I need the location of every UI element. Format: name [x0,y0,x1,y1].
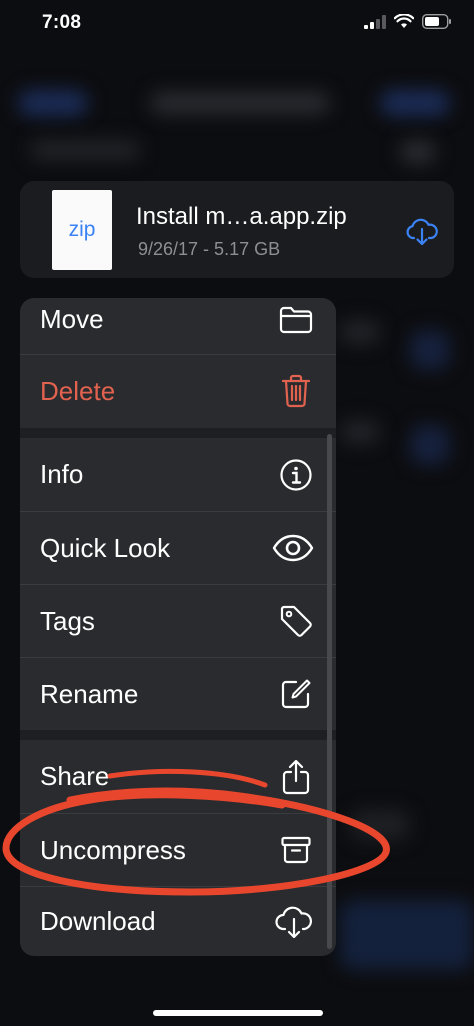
tag-icon [278,603,314,639]
zip-file-thumbnail: zip [52,190,112,270]
menu-item-info[interactable]: Info [20,438,336,511]
zip-thumbnail-label: zip [68,218,96,241]
blurred-row [340,420,380,444]
menu-item-label: Download [40,906,156,936]
blurred-subtitle [30,140,140,160]
battery-icon [422,14,451,29]
menu-item-label: Info [40,459,84,489]
blurred-nav-title [150,92,330,114]
menu-item-label: Move [40,304,104,334]
folder-icon [278,302,314,338]
menu-item-download[interactable]: Download [20,886,336,956]
status-time: 7:08 [42,12,82,33]
cellular-signal-icon [364,14,386,29]
wifi-icon [394,14,414,28]
menu-item-share[interactable]: Share [20,740,336,813]
blurred-nav-left [18,90,88,116]
blurred-row [340,320,380,344]
status-bar: 7:08 [0,0,474,50]
file-preview-card[interactable]: zip Install m…a.app.zip 9/26/17 - 5.17 G… [20,181,454,278]
cloud-download-icon[interactable] [404,217,440,247]
blurred-nav-right [380,90,450,116]
trash-icon [278,373,314,409]
archive-icon [278,832,314,868]
menu-section-separator [20,730,336,740]
menu-item-label: Share [40,761,110,791]
context-menu: Move Delete Info Quick Look Tags Rename [20,298,336,956]
menu-section-separator [20,428,336,438]
menu-item-label: Delete [40,375,116,406]
blurred-row-icon [410,330,450,370]
cloud-download-icon [274,904,314,940]
file-meta: 9/26/17 - 5.17 GB [138,239,281,259]
menu-item-delete[interactable]: Delete [20,354,336,427]
menu-item-label: Quick Look [40,532,171,563]
menu-item-label: Tags [40,605,95,636]
blurred-tab-bar [340,900,474,970]
status-icons [364,14,452,29]
edit-icon [278,676,314,712]
menu-item-label: Uncompress [40,834,186,865]
info-icon [278,457,314,493]
menu-item-quick-look[interactable]: Quick Look [20,511,336,584]
eye-icon [272,530,314,566]
menu-item-label: Rename [40,678,139,709]
blurred-row [350,810,410,840]
blurred-icon [400,140,436,164]
menu-item-uncompress[interactable]: Uncompress [20,813,336,886]
share-icon [278,759,314,795]
menu-item-tags[interactable]: Tags [20,584,336,657]
blurred-row-icon [410,425,450,465]
menu-scrollbar[interactable] [327,434,332,949]
menu-item-rename[interactable]: Rename [20,657,336,730]
file-name: Install m…a.app.zip [136,203,347,230]
menu-item-move[interactable]: Move [20,298,336,351]
home-indicator[interactable] [153,1010,323,1016]
